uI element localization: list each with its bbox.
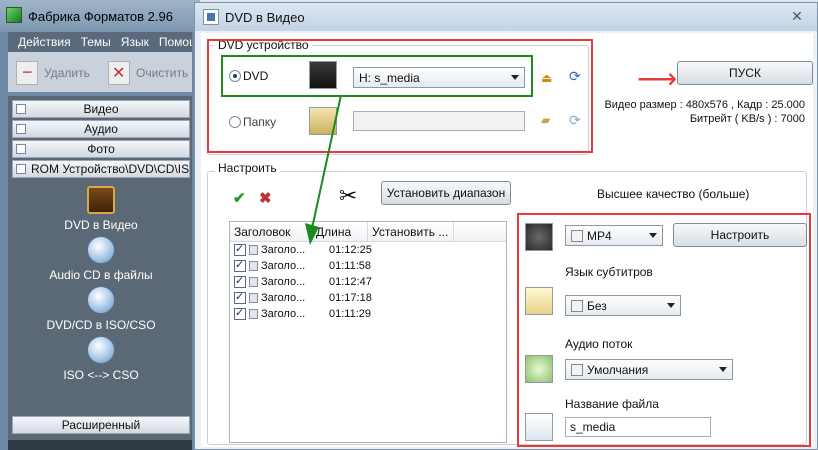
menu-help[interactable]: Помощь [159,35,192,49]
radio-dot [229,70,241,82]
filename-label: Название файла [565,397,659,411]
dialog-title: DVD в Видео [225,10,305,25]
remove-icon [16,61,38,85]
audio-stream-icon [525,355,553,383]
checkbox[interactable] [234,290,246,304]
category-photo[interactable]: Фото [12,140,190,158]
dvd-disc-icon [309,61,337,89]
app-title: Фабрика Форматов 2.96 [28,9,173,24]
file-icon [249,293,258,303]
close-icon[interactable]: ✕ [785,7,809,25]
film-reel-icon [525,223,553,251]
format-icon [571,229,583,242]
filename-field[interactable]: s_media [565,417,711,437]
browse-folder-icon[interactable]: ▰ [541,113,550,127]
column-title[interactable]: Заголовок [230,222,312,241]
configure-button[interactable]: Настроить [673,223,807,247]
chevron-down-icon [511,75,519,80]
highlight-red-output [517,213,811,447]
settings-group-label: Настроить [215,161,280,175]
dvd-video-icon [87,186,115,214]
list-item[interactable]: Заголо... 01:11:29 [230,306,506,322]
tools-panel: Видео Аудио Фото ROM Устройство\DVD\CD\I… [8,96,192,442]
uncheck-all-icon[interactable]: ✖ [259,189,272,207]
category-audio[interactable]: Аудио [12,120,190,138]
folder-radio[interactable]: Папку [229,115,276,129]
tool-iso-cso[interactable]: ISO <--> CSO [16,336,186,382]
quality-label: Высшее качество (больше) [597,187,750,201]
audio-icon [16,124,26,134]
bitrate-text: Битрейт ( KB/s ) : 7000 [689,113,805,125]
clear-icon [108,61,130,85]
document-icon [525,413,553,441]
subtitles-icon [525,287,553,315]
subtitles-label: Язык субтитров [565,265,653,279]
subtitle-file-icon [571,299,583,312]
cso-icon [87,336,115,364]
audio-label: Аудио поток [565,337,633,351]
remove-button[interactable]: Удалить [16,60,90,86]
chevron-down-icon [649,233,657,238]
category-rom[interactable]: ROM Устройство\DVD\CD\ISO [12,160,190,178]
file-icon [249,261,258,271]
menu-actions[interactable]: Действия [18,35,71,49]
dvd-radio[interactable]: DVD [229,69,268,83]
chevron-down-icon [719,367,727,372]
checkbox[interactable] [234,242,246,256]
video-size-text: Видео размер : 480x576 , Кадр : 25.000 [604,99,805,111]
category-video[interactable]: Видео [12,100,190,118]
format-factory-window: Фабрика Форматов 2.96 Действия Темы Язык… [0,0,200,450]
dvd-to-video-dialog: DVD в Видео ✕ DVD устройство DVD H: s_me… [194,2,818,450]
chevron-down-icon [667,303,675,308]
format-select[interactable]: MP4 [565,225,663,246]
menu-themes[interactable]: Темы [81,35,111,49]
check-all-icon[interactable]: ✔ [233,189,246,207]
category-advanced[interactable]: Расширенный [12,416,190,434]
iso-icon [87,286,115,314]
status-strip [8,440,192,450]
drive-select[interactable]: H: s_media [353,67,525,88]
list-item[interactable]: Заголо... 01:11:58 [230,258,506,274]
clear-button[interactable]: Очистить [108,60,188,86]
red-arrow-icon: ⟶ [637,63,678,94]
refresh-icon[interactable]: ⟳ [569,68,581,85]
subtitles-select[interactable]: Без [565,295,681,316]
eject-icon[interactable]: ⏏ [541,71,552,85]
checkbox[interactable] [234,258,246,272]
tool-dvd-iso[interactable]: DVD/CD в ISO/CSO [16,286,186,332]
radio-dot [229,116,241,128]
start-button[interactable]: ПУСК [677,61,813,85]
refresh-icon[interactable]: ⟳ [569,112,581,129]
audio-cd-icon [87,236,115,264]
app-icon [6,7,22,23]
dialog-title-bar: DVD в Видео ✕ [195,3,817,31]
list-item[interactable]: Заголо... 01:12:47 [230,274,506,290]
title-list[interactable]: Заголовок Длина Установить ... Заголо...… [229,221,507,443]
file-icon [249,245,258,255]
menu-bar: Действия Темы Язык Помощь [8,32,192,52]
dialog-icon [203,9,219,25]
video-icon [16,104,26,114]
checkbox[interactable] [234,306,246,320]
green-arrow-icon [305,94,342,245]
speaker-icon [571,363,583,376]
checkbox[interactable] [234,274,246,288]
set-range-button[interactable]: Установить диапазон [381,181,511,205]
tool-dvd-to-video[interactable]: DVD в Видео [16,186,186,232]
disc-icon [16,164,26,174]
title-bar: Фабрика Форматов 2.96 [0,0,200,32]
dialog-body: DVD устройство DVD H: s_media ⏏ ⟳ Папку … [201,33,813,447]
toolbar: Удалить Очистить [8,52,192,92]
list-item[interactable]: Заголо... 01:17:18 [230,290,506,306]
photo-icon [16,144,26,154]
audio-select[interactable]: Умолчания [565,359,733,380]
tool-audio-cd[interactable]: Audio CD в файлы [16,236,186,282]
file-icon [249,309,258,319]
file-icon [249,277,258,287]
menu-language[interactable]: Язык [121,35,149,49]
